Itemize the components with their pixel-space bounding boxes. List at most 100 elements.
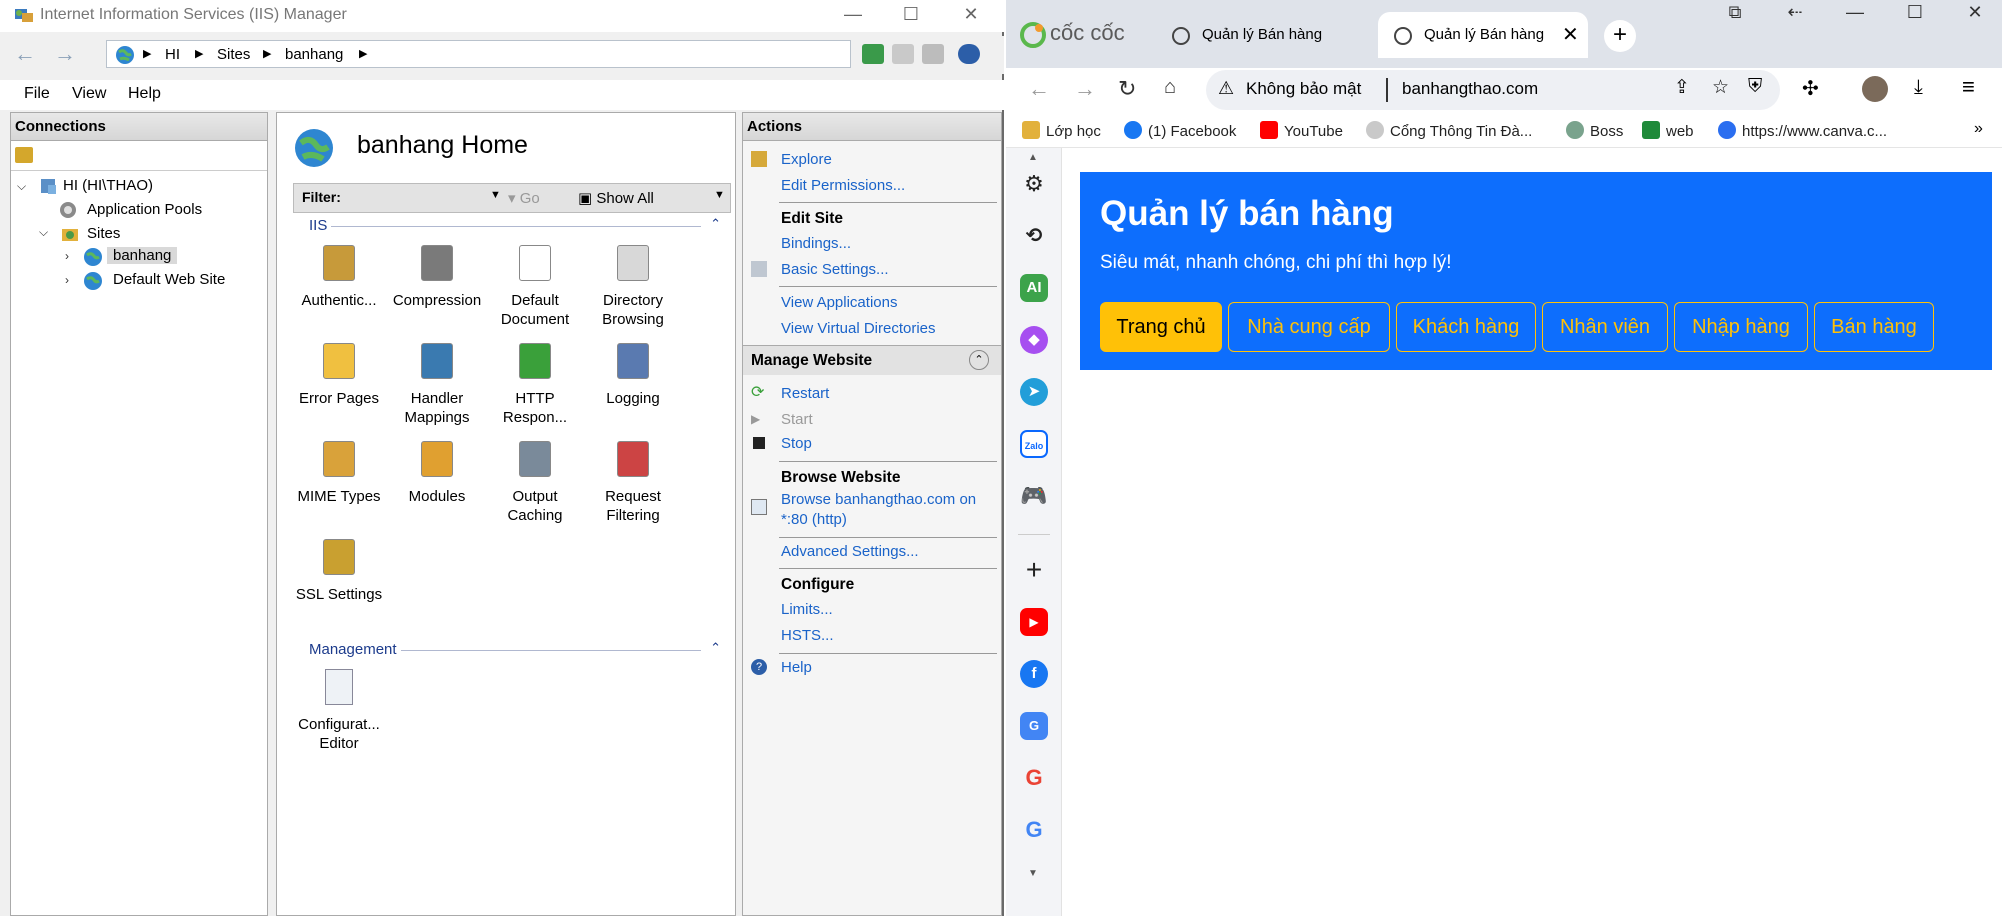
feature-item[interactable]: Modules bbox=[389, 437, 485, 506]
bookmark-lop-hoc[interactable]: Lớp học bbox=[1022, 121, 1101, 140]
google-translate-icon[interactable]: G bbox=[1020, 712, 1048, 740]
action-start[interactable]: Start bbox=[781, 411, 813, 428]
maximize-icon[interactable]: ☐ bbox=[896, 4, 926, 25]
google-icon[interactable]: G bbox=[1020, 816, 1048, 844]
bookmark-boss[interactable]: Boss bbox=[1566, 121, 1623, 140]
refresh-icon[interactable] bbox=[862, 44, 884, 64]
minimize-icon[interactable]: — bbox=[1840, 2, 1870, 23]
feature-item[interactable]: MIME Types bbox=[291, 437, 387, 506]
feature-item[interactable]: Compression bbox=[389, 241, 485, 310]
action-advanced-settings[interactable]: Advanced Settings... bbox=[781, 543, 919, 560]
bookmark-youtube[interactable]: YouTube bbox=[1260, 121, 1343, 140]
action-bindings[interactable]: Bindings... bbox=[781, 235, 851, 252]
bookmark-web[interactable]: web bbox=[1642, 121, 1694, 140]
tree-app-pools[interactable]: Application Pools bbox=[87, 201, 202, 218]
nav-trang-chu[interactable]: Trang chủ bbox=[1100, 302, 1222, 352]
scroll-down-icon[interactable]: ▼ bbox=[1028, 868, 1038, 879]
breadcrumb-item[interactable]: Sites bbox=[217, 46, 250, 63]
back-icon[interactable]: ← bbox=[1028, 76, 1050, 102]
feature-item[interactable]: Default Document bbox=[487, 241, 583, 329]
action-browse-line2[interactable]: *:80 (http) bbox=[781, 511, 847, 528]
scroll-icon[interactable]: ▼ bbox=[714, 189, 725, 201]
nav-ban-hang[interactable]: Bán hàng bbox=[1814, 302, 1934, 352]
url-text[interactable]: banhangthao.com bbox=[1402, 79, 1538, 99]
feature-item[interactable]: Output Caching bbox=[487, 437, 583, 525]
messenger-icon[interactable]: ◆ bbox=[1020, 326, 1048, 354]
forward-icon[interactable]: → bbox=[1074, 76, 1096, 102]
action-browse-line1[interactable]: Browse banhangthao.com on bbox=[781, 491, 976, 508]
bookmark-canva[interactable]: https://www.canva.c... bbox=[1718, 121, 1887, 140]
collapse-chevron-icon[interactable]: ⌵ bbox=[39, 225, 48, 240]
feature-item[interactable]: Error Pages bbox=[291, 339, 387, 408]
settings-gear-icon[interactable]: ⚙ bbox=[1020, 170, 1048, 198]
bookmark-facebook[interactable]: (1) Facebook bbox=[1124, 121, 1236, 140]
new-connection-icon[interactable] bbox=[15, 147, 33, 163]
collapse-caret-icon[interactable]: ⌃ bbox=[710, 216, 721, 232]
telegram-icon[interactable]: ➤ bbox=[1020, 378, 1048, 406]
collapse-chevron-icon[interactable]: ⌵ bbox=[17, 179, 26, 194]
nav-khach-hang[interactable]: Khách hàng bbox=[1396, 302, 1536, 352]
collapse-caret-icon[interactable]: ⌃ bbox=[710, 640, 721, 656]
group-header-iis[interactable]: IIS ⌃ bbox=[293, 216, 723, 237]
maximize-icon[interactable]: ☐ bbox=[1900, 2, 1930, 23]
action-view-applications[interactable]: View Applications bbox=[781, 294, 897, 311]
nav-nhap-hang[interactable]: Nhập hàng bbox=[1674, 302, 1808, 352]
screenshot-icon[interactable]: ⧉ bbox=[1720, 2, 1750, 23]
tree-site-default[interactable]: Default Web Site bbox=[113, 271, 225, 288]
home-icon[interactable]: ⌂ bbox=[1164, 76, 1176, 99]
bookmark-cong-thong-tin[interactable]: Cổng Thông Tin Đà... bbox=[1366, 121, 1532, 140]
filter-dropdown-icon[interactable]: ▼ bbox=[490, 189, 501, 201]
avatar[interactable] bbox=[1862, 76, 1888, 102]
action-edit-permissions[interactable]: Edit Permissions... bbox=[781, 177, 905, 194]
go-button[interactable]: ▾ Go bbox=[508, 189, 540, 207]
star-icon[interactable]: ☆ bbox=[1712, 76, 1729, 99]
action-limits[interactable]: Limits... bbox=[781, 601, 833, 618]
home-icon[interactable] bbox=[922, 44, 944, 64]
google-icon[interactable]: G bbox=[1020, 764, 1048, 792]
menu-file[interactable]: File bbox=[24, 85, 50, 103]
game-controller-icon[interactable]: 🎮 bbox=[1020, 482, 1048, 510]
stop-icon[interactable] bbox=[892, 44, 914, 64]
feature-item[interactable]: Request Filtering bbox=[585, 437, 681, 525]
extensions-icon[interactable]: ✣ bbox=[1802, 76, 1819, 101]
action-explore[interactable]: Explore bbox=[781, 151, 832, 168]
reload-icon[interactable]: ↻ bbox=[1118, 76, 1136, 102]
show-all-button[interactable]: ▣ Show All bbox=[578, 189, 654, 207]
nav-nhan-vien[interactable]: Nhân viên bbox=[1542, 302, 1668, 352]
feature-item[interactable]: Authentic... bbox=[291, 241, 387, 310]
breadcrumb-item[interactable]: banhang bbox=[285, 46, 343, 63]
scroll-up-icon[interactable]: ▲ bbox=[1028, 152, 1038, 163]
action-stop[interactable]: Stop bbox=[781, 435, 812, 452]
breadcrumb-item[interactable]: HI bbox=[165, 46, 180, 63]
tab-1[interactable]: Quản lý Bán hàng bbox=[1156, 12, 1376, 58]
close-icon[interactable]: ✕ bbox=[956, 4, 986, 25]
zalo-icon[interactable]: Zalo bbox=[1020, 430, 1048, 458]
action-basic-settings[interactable]: Basic Settings... bbox=[781, 261, 889, 278]
tree-sites[interactable]: Sites bbox=[87, 225, 120, 242]
feature-item[interactable]: HTTP Respon... bbox=[487, 339, 583, 427]
expand-chevron-icon[interactable]: › bbox=[65, 249, 69, 263]
menu-icon[interactable]: ≡ bbox=[1962, 74, 1975, 100]
minimize-icon[interactable]: — bbox=[838, 4, 868, 25]
back-icon[interactable]: ← bbox=[12, 43, 38, 66]
collapse-caret-icon[interactable]: ⌃ bbox=[969, 350, 989, 370]
youtube-icon[interactable]: ▶ bbox=[1020, 608, 1048, 636]
expand-chevron-icon[interactable]: › bbox=[65, 273, 69, 287]
shield-icon[interactable]: ⛨ bbox=[1748, 76, 1762, 98]
iis-breadcrumb[interactable]: ▶ HI ▶ Sites ▶ banhang ▶ bbox=[106, 40, 851, 68]
feature-item[interactable]: SSL Settings bbox=[291, 535, 387, 604]
nav-nha-cung-cap[interactable]: Nhà cung cấp bbox=[1228, 302, 1390, 352]
address-bar[interactable]: ⚠ Không bảo mật banhangthao.com ⇪ ☆ ⛨ bbox=[1206, 70, 1780, 110]
ai-assistant-icon[interactable]: AI bbox=[1020, 274, 1048, 302]
menu-view[interactable]: View bbox=[72, 85, 106, 103]
group-header-management[interactable]: Management ⌃ bbox=[293, 640, 723, 661]
security-label[interactable]: Không bảo mật bbox=[1246, 79, 1361, 99]
feature-item[interactable]: Handler Mappings bbox=[389, 339, 485, 427]
action-hsts[interactable]: HSTS... bbox=[781, 627, 834, 644]
feature-item[interactable]: Logging bbox=[585, 339, 681, 408]
tab-2-active[interactable]: Quản lý Bán hàng ✕ bbox=[1378, 12, 1588, 58]
share-icon[interactable]: ⇪ bbox=[1674, 76, 1690, 99]
feature-item[interactable]: Directory Browsing bbox=[585, 241, 681, 329]
forward-icon[interactable]: → bbox=[52, 43, 78, 66]
more-bookmarks-icon[interactable]: » bbox=[1974, 120, 1983, 138]
